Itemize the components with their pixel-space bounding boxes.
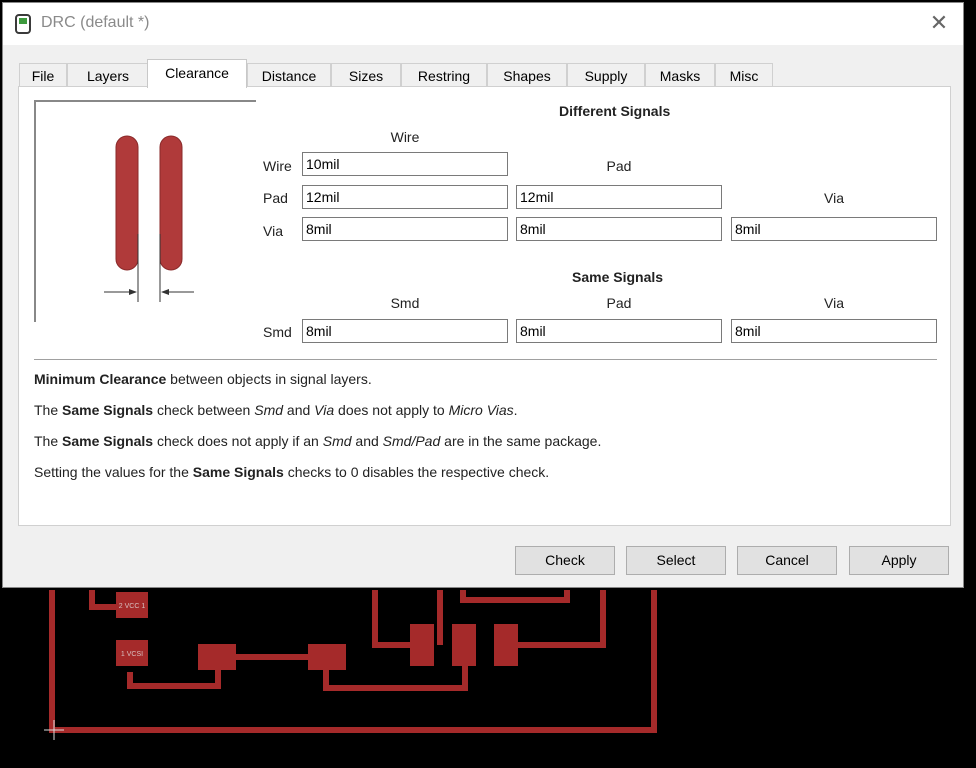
preview-trace xyxy=(159,135,183,271)
tab-sizes[interactable]: Sizes xyxy=(331,63,401,87)
window-title: DRC (default *) xyxy=(41,14,150,31)
column-header-via: Via xyxy=(824,190,844,206)
cancel-button[interactable]: Cancel xyxy=(737,546,837,575)
board-pad-label: 1 VCSI xyxy=(121,651,143,658)
board-pad xyxy=(494,624,518,666)
row-label-wire: Wire xyxy=(263,158,292,174)
pad-pad-clearance-field[interactable] xyxy=(516,185,722,209)
pad-wire-clearance-field[interactable] xyxy=(302,185,508,209)
column-header-smd: Smd xyxy=(390,295,420,311)
via-pad-clearance-field[interactable] xyxy=(516,217,722,241)
smd-via-clearance-field[interactable] xyxy=(731,319,937,343)
board-pad xyxy=(308,644,346,670)
divider xyxy=(34,359,937,360)
smd-pad-clearance-field[interactable] xyxy=(516,319,722,343)
tab-distance[interactable]: Distance xyxy=(247,63,331,87)
different-signals-heading: Different Signals xyxy=(559,103,671,119)
check-button[interactable]: Check xyxy=(515,546,615,575)
tab-masks[interactable]: Masks xyxy=(645,63,715,87)
crosshair-cursor xyxy=(44,720,64,740)
info-line-2: The Same Signals check between Smd and V… xyxy=(34,402,518,418)
clearance-panel: Different Signals Wire Pad Via Wire Pad … xyxy=(18,86,951,526)
smd-smd-clearance-field[interactable] xyxy=(302,319,508,343)
board-pad-label: 2 VCC 1 xyxy=(119,603,146,610)
close-icon[interactable]: ✕ xyxy=(927,11,951,35)
board-pad xyxy=(410,624,434,666)
board-pad xyxy=(452,624,476,666)
wire-wire-clearance-field[interactable] xyxy=(302,152,508,176)
column-header-pad: Pad xyxy=(606,158,632,174)
tab-layers[interactable]: Layers xyxy=(67,63,149,87)
row-label-pad: Pad xyxy=(263,190,288,206)
select-button[interactable]: Select xyxy=(626,546,726,575)
row-label-via: Via xyxy=(263,223,283,239)
tab-clearance[interactable]: Clearance xyxy=(147,59,247,88)
info-line-3: The Same Signals check does not apply if… xyxy=(34,433,602,449)
column-header-pad: Pad xyxy=(606,295,632,311)
clearance-preview xyxy=(34,100,256,322)
via-wire-clearance-field[interactable] xyxy=(302,217,508,241)
title-bar[interactable]: DRC (default *) ✕ xyxy=(3,3,963,45)
info-line-4: Setting the values for the Same Signals … xyxy=(34,464,550,480)
tab-file[interactable]: File xyxy=(19,63,67,87)
drc-dialog: DRC (default *) ✕ File Layers Clearance … xyxy=(2,2,964,588)
preview-trace xyxy=(115,135,139,271)
same-signals-heading: Same Signals xyxy=(572,269,664,285)
apply-button[interactable]: Apply xyxy=(849,546,949,575)
tab-restring[interactable]: Restring xyxy=(401,63,487,87)
info-line-1: Minimum Clearance between objects in sig… xyxy=(34,371,372,387)
via-via-clearance-field[interactable] xyxy=(731,217,937,241)
tab-shapes[interactable]: Shapes xyxy=(487,63,567,87)
column-header-wire: Wire xyxy=(390,129,420,145)
tab-supply[interactable]: Supply xyxy=(567,63,645,87)
board-pad xyxy=(198,644,236,670)
tab-misc[interactable]: Misc xyxy=(715,63,773,87)
column-header-via: Via xyxy=(824,295,844,311)
row-label-smd: Smd xyxy=(263,324,292,340)
app-icon xyxy=(15,14,31,34)
